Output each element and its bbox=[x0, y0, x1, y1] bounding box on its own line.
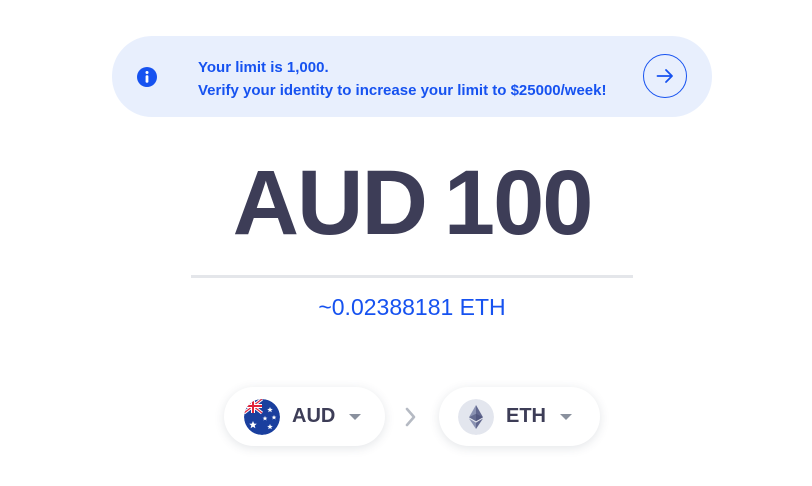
chevron-right-icon bbox=[405, 407, 416, 427]
amount-divider bbox=[191, 275, 633, 278]
limit-line: Your limit is 1,000. bbox=[198, 59, 329, 76]
from-currency-selector[interactable]: AUD bbox=[224, 387, 385, 446]
to-currency-selector[interactable]: ETH bbox=[439, 387, 600, 446]
limit-banner: Your limit is 1,000. Verify your identit… bbox=[112, 36, 712, 117]
amount-currency: AUD bbox=[232, 152, 428, 254]
australia-flag-icon bbox=[244, 398, 280, 435]
arrow-right-icon bbox=[656, 69, 673, 83]
chevron-down-icon bbox=[349, 413, 362, 420]
from-currency-code: AUD bbox=[292, 405, 336, 427]
ethereum-icon bbox=[458, 398, 494, 435]
chevron-down-icon bbox=[560, 413, 572, 420]
converted-amount: ~0.02388181 ETH bbox=[318, 294, 506, 320]
limit-message: Your limit is 1,000. Verify your identit… bbox=[198, 56, 607, 102]
verify-line: Verify your identity to increase your li… bbox=[198, 82, 607, 99]
to-currency-code: ETH bbox=[506, 405, 546, 427]
buy-screen: Your limit is 1,000. Verify your identit… bbox=[0, 0, 812, 486]
info-icon bbox=[137, 67, 157, 87]
amount-display[interactable]: AUD 100 bbox=[191, 150, 633, 256]
verify-identity-button[interactable] bbox=[643, 54, 687, 98]
amount-value: 100 bbox=[443, 152, 593, 254]
